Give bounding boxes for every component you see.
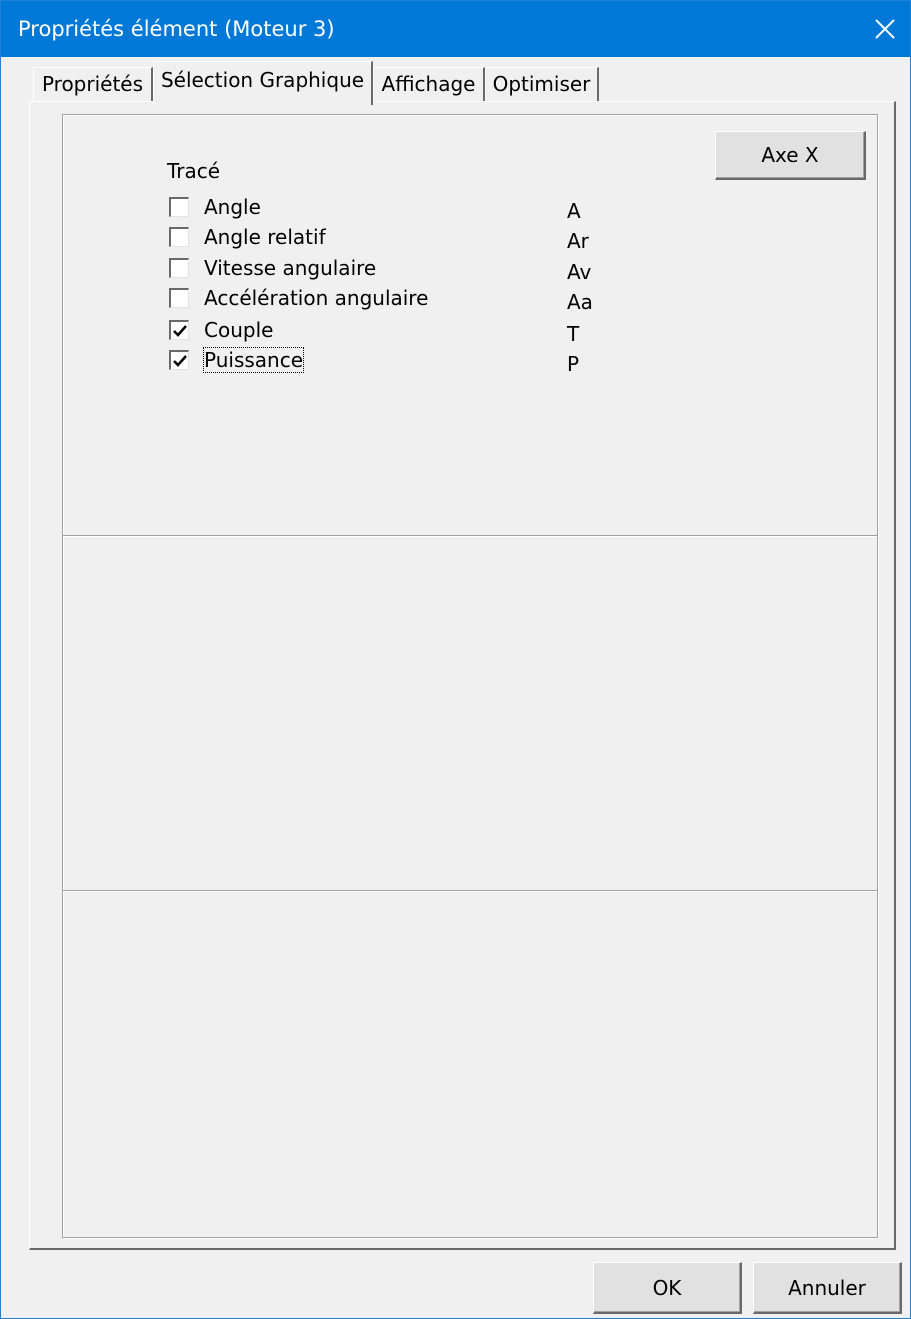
cancel-label: Annuler <box>788 1275 866 1300</box>
checkbox-puissance[interactable]: Puissance <box>169 346 305 374</box>
checkbox-couple[interactable]: Couple <box>169 316 273 344</box>
tab-label: Affichage <box>381 72 476 96</box>
abbr-vitesse-angulaire: Av <box>567 260 592 284</box>
cancel-button[interactable]: Annuler <box>753 1262 902 1314</box>
checkbox-label: Angle relatif <box>204 225 326 249</box>
checkmark-icon <box>172 324 187 337</box>
tab-optimiser[interactable]: Optimiser <box>485 67 599 101</box>
checkbox-angle[interactable]: Angle <box>169 193 261 221</box>
window-title: Propriétés élément (Moteur 3) <box>18 17 335 41</box>
checkbox-box-checked[interactable] <box>169 350 189 370</box>
checkbox-angle-relatif[interactable]: Angle relatif <box>169 223 326 251</box>
empty-group-2 <box>62 890 878 1238</box>
title-bar: Propriétés élément (Moteur 3) <box>1 1 910 57</box>
abbr-angle: A <box>567 199 581 223</box>
close-icon <box>875 19 895 39</box>
abbr-angle-relatif: Ar <box>567 229 589 253</box>
checkbox-box-checked[interactable] <box>169 320 189 340</box>
checkbox-label: Couple <box>204 318 274 342</box>
checkbox-label: Accélération angulaire <box>204 286 429 310</box>
checkbox-vitesse-angulaire[interactable]: Vitesse angulaire <box>169 254 376 282</box>
abbr-puissance: P <box>567 352 580 376</box>
checkbox-label: Vitesse angulaire <box>204 256 377 280</box>
tab-label: Sélection Graphique <box>160 68 365 92</box>
checkbox-box[interactable] <box>169 258 189 278</box>
abbr-acceleration-angulaire: Aa <box>567 290 593 314</box>
checkbox-box[interactable] <box>169 288 189 308</box>
close-button[interactable] <box>860 1 910 57</box>
tab-selection-graphique[interactable]: Sélection Graphique <box>153 61 373 105</box>
axe-x-button[interactable]: Axe X <box>715 131 866 180</box>
tab-affichage[interactable]: Affichage <box>373 67 485 101</box>
empty-group-1 <box>62 535 878 891</box>
axe-x-label: Axe X <box>761 143 819 167</box>
checkbox-label: Angle <box>204 195 261 219</box>
trace-label: Tracé <box>167 159 221 183</box>
tab-label: Propriétés <box>41 72 144 96</box>
tab-proprietes[interactable]: Propriétés <box>33 67 153 101</box>
ok-label: OK <box>652 1275 682 1300</box>
checkmark-icon <box>172 354 187 367</box>
tab-label: Optimiser <box>492 72 591 96</box>
abbr-couple: T <box>567 322 580 346</box>
checkbox-box[interactable] <box>169 227 189 247</box>
dialog-window: Propriétés élément (Moteur 3) Propriétés… <box>0 0 911 1319</box>
ok-button[interactable]: OK <box>593 1262 742 1314</box>
checkbox-label: Puissance <box>202 347 305 373</box>
checkbox-box[interactable] <box>169 197 189 217</box>
checkbox-acceleration-angulaire[interactable]: Accélération angulaire <box>169 284 428 312</box>
